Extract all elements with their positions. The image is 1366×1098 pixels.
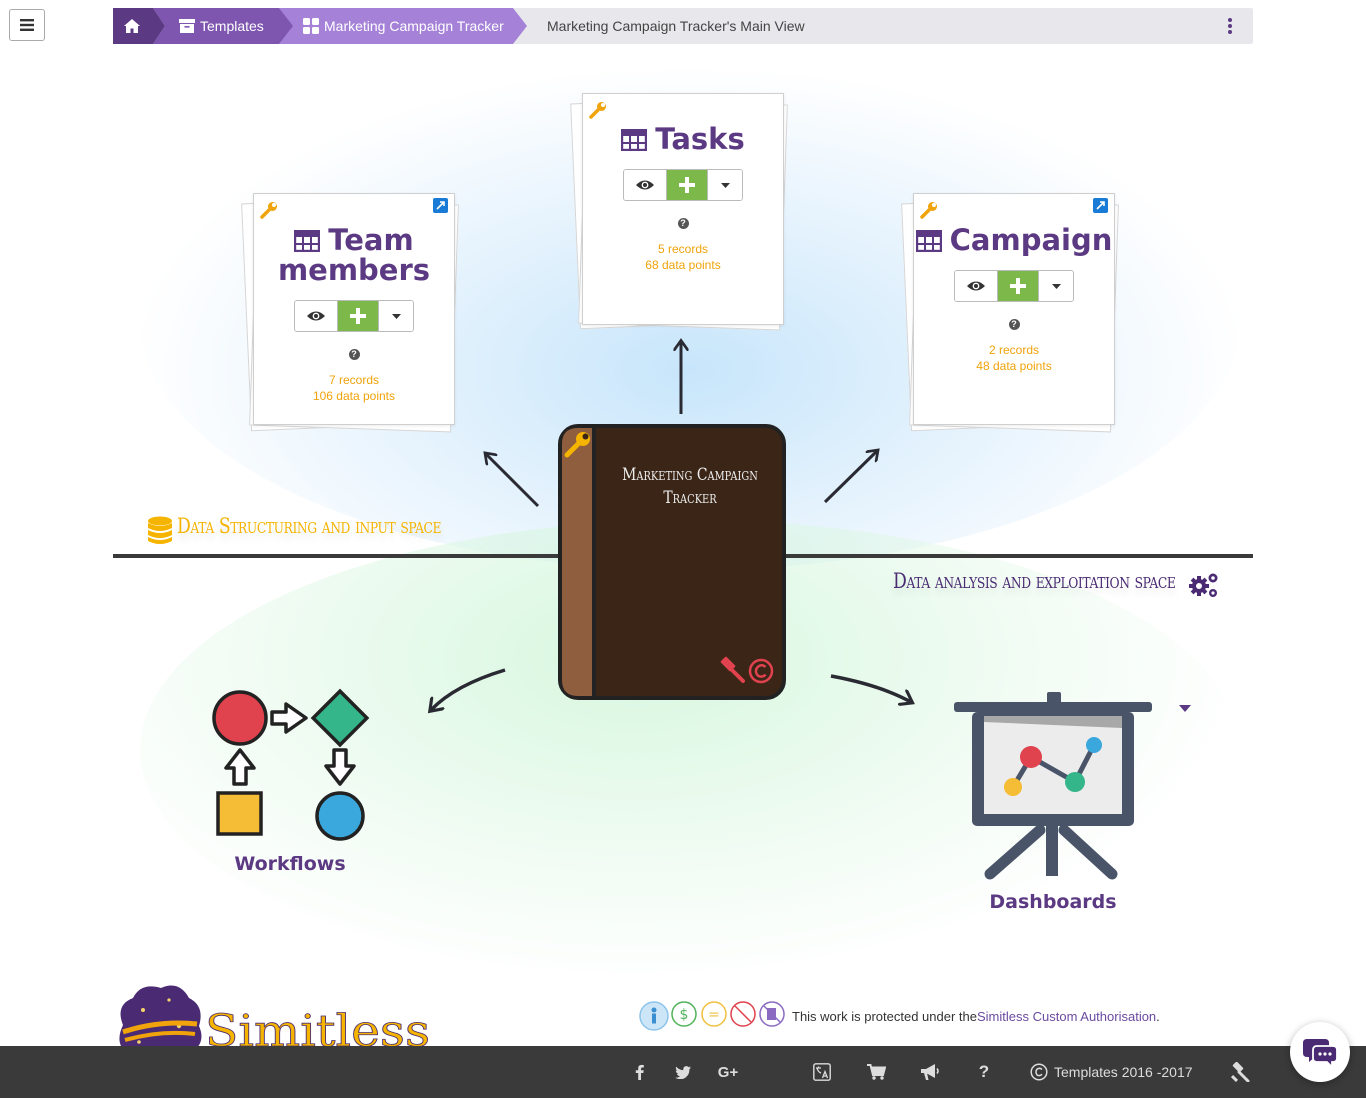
dashboard-icon[interactable]	[950, 690, 1160, 880]
input-space-label: Data Structuring and input space	[177, 514, 442, 538]
workflows-label[interactable]: Workflows	[190, 853, 390, 875]
analysis-space-label: Data analysis and exploitation space	[893, 569, 1176, 593]
tracker-book[interactable]: Marketing Campaign Tracker	[558, 424, 786, 700]
chat-icon	[1303, 1039, 1337, 1067]
gears-icon	[1189, 573, 1218, 597]
arrow-to-workflows	[431, 668, 506, 710]
svg-text:$: $	[680, 1007, 689, 1023]
gavel-icon[interactable]	[718, 656, 746, 684]
footer-copyright[interactable]: Templates 2016 -2017	[1030, 1060, 1193, 1084]
arrow-to-campaign	[823, 451, 877, 504]
workflow-icon[interactable]	[210, 688, 372, 842]
help-question-icon[interactable]: ?	[976, 1060, 992, 1084]
facebook-icon[interactable]	[632, 1060, 646, 1084]
dashboard-caret-down-icon[interactable]	[1179, 705, 1191, 712]
google-plus-icon[interactable]: G+	[716, 1060, 740, 1084]
megaphone-icon[interactable]	[919, 1060, 941, 1084]
dashboards-label[interactable]: Dashboards	[953, 891, 1153, 913]
license-notice: $ = This work is protected under the Sim…	[636, 998, 1160, 1034]
book-title: Marketing Campaign Tracker	[615, 464, 766, 510]
translate-icon[interactable]	[812, 1060, 832, 1084]
copyright-icon	[1030, 1063, 1048, 1081]
arrow-to-team	[486, 454, 540, 508]
svg-text:=: =	[708, 1007, 720, 1023]
chat-button[interactable]	[1290, 1022, 1350, 1082]
license-badges-icon: $ =	[639, 1001, 785, 1031]
license-link[interactable]: Simitless Custom Authorisation	[977, 1009, 1156, 1024]
copyright-icon[interactable]	[748, 658, 774, 684]
book-title-line2: Tracker	[663, 488, 717, 508]
gavel-icon[interactable]	[1228, 1060, 1252, 1084]
cart-icon[interactable]	[866, 1060, 886, 1084]
wrench-icon[interactable]	[564, 430, 592, 458]
license-suffix: .	[1156, 1008, 1160, 1024]
database-icon	[148, 516, 172, 544]
footer-bar: G+ ? Templates 2016 -2017	[0, 1046, 1366, 1098]
license-prefix: This work is protected under the	[792, 1008, 977, 1024]
footer-copyright-text: Templates 2016 -2017	[1054, 1064, 1193, 1080]
arrow-to-dashboards	[830, 674, 911, 702]
twitter-icon[interactable]	[674, 1060, 692, 1084]
book-title-line1: Marketing Campaign	[622, 465, 758, 485]
